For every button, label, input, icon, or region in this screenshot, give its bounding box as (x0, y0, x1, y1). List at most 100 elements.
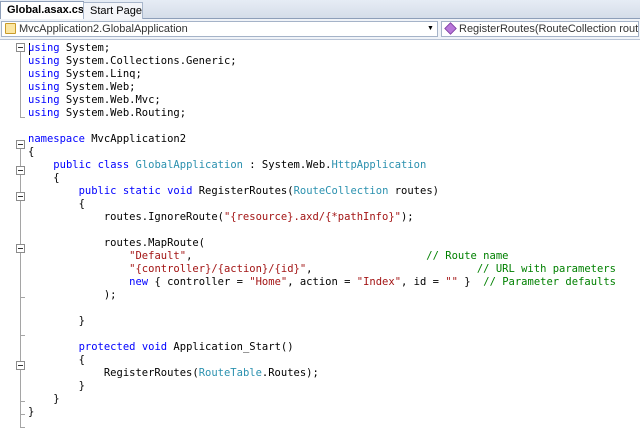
code-line[interactable]: protected void Application_Start() (28, 341, 294, 354)
code-token: "Index" (356, 276, 402, 288)
code-line[interactable]: { (28, 146, 34, 159)
outline-end (20, 297, 25, 298)
code-token: using (28, 107, 60, 119)
code-token: "Default" (129, 250, 187, 262)
code-token: "" (445, 276, 458, 288)
outline-end (20, 335, 25, 336)
code-token: "{controller}/{action}/{id}" (129, 263, 307, 275)
code-token: // Route name (426, 250, 509, 262)
code-token: public (53, 159, 92, 171)
code-token: HttpApplication (331, 159, 427, 171)
code-token: class (97, 159, 130, 171)
code-line[interactable]: using System.Linq; (28, 68, 142, 81)
code-token: ); (28, 289, 117, 301)
tab-global-asax-cs[interactable]: Global.asax.cs (0, 1, 84, 20)
outline-line (20, 52, 21, 117)
class-icon (5, 23, 16, 34)
outlining-margin (0, 40, 27, 438)
code-token: RegisterRoutes( (192, 185, 294, 197)
code-line[interactable]: RegisterRoutes(RouteTable.Routes); (28, 367, 319, 380)
code-token: static (122, 185, 161, 197)
code-line[interactable]: } (28, 393, 60, 406)
code-token: using (28, 42, 60, 54)
code-line[interactable]: { (28, 354, 85, 367)
code-line[interactable]: routes.IgnoreRoute("{resource}.axd/{*pat… (28, 211, 414, 224)
code-token: routes.IgnoreRoute( (28, 211, 224, 223)
code-line[interactable]: using System.Web.Mvc; (28, 94, 161, 107)
collapse-toggle-class[interactable] (16, 166, 25, 175)
code-line[interactable]: using System.Web; (28, 81, 135, 94)
code-token: routes.MapRoute( (28, 237, 206, 249)
code-line[interactable]: using System.Web.Routing; (28, 107, 186, 120)
code-line[interactable]: "{controller}/{action}/{id}", // URL wit… (28, 263, 616, 276)
code-token: MvcApplication2 (84, 133, 187, 145)
code-line[interactable]: public class GlobalApplication : System.… (28, 159, 426, 172)
code-line[interactable]: { (28, 198, 85, 211)
code-token: System.Web; (59, 81, 136, 93)
code-token: using (28, 68, 60, 80)
collapse-toggle-usings[interactable] (16, 43, 25, 52)
code-token: using (28, 81, 60, 93)
code-token: void (167, 185, 193, 197)
code-token: RouteCollection (293, 185, 389, 197)
code-token: } (28, 315, 85, 327)
code-token: System.Collections.Generic; (59, 55, 237, 67)
code-token: void (141, 341, 168, 353)
code-line[interactable]: using System.Collections.Generic; (28, 55, 237, 68)
collapse-toggle-register-routes[interactable] (16, 192, 25, 201)
code-line[interactable]: using System; (28, 42, 110, 55)
code-token: , action = (287, 276, 357, 288)
code-token: using (28, 94, 60, 106)
code-line[interactable]: public static void RegisterRoutes(RouteC… (28, 185, 439, 198)
code-token: namespace (28, 133, 85, 145)
code-line[interactable]: } (28, 315, 85, 328)
collapse-toggle-map-route[interactable] (16, 244, 25, 253)
code-token: // URL with parameters (476, 263, 616, 275)
chevron-down-icon[interactable]: ▼ (424, 22, 437, 36)
tab-start-page[interactable]: Start Page (83, 2, 143, 19)
code-line[interactable]: { (28, 172, 60, 185)
outline-end (20, 401, 25, 402)
code-token: // Parameter defaults (483, 276, 617, 288)
code-token: } (457, 276, 484, 288)
code-line[interactable]: } (28, 380, 85, 393)
code-token: , (186, 250, 427, 262)
navigation-bar: MvcApplication2.GlobalApplication ▼ Regi… (0, 19, 640, 40)
code-token: using (28, 55, 60, 67)
code-editor[interactable]: using System; using System.Collections.Ge… (0, 40, 640, 438)
code-token: RouteTable (198, 367, 262, 379)
collapse-toggle-namespace[interactable] (16, 140, 25, 149)
code-line[interactable]: ); (28, 289, 117, 302)
document-tab-strip: Global.asax.cs Start Page (0, 0, 640, 20)
code-token: } (28, 380, 85, 392)
code-line[interactable]: "Default", // Route name (28, 250, 508, 263)
code-token: new (129, 276, 149, 288)
collapse-toggle-application-start[interactable] (16, 361, 25, 370)
code-line[interactable]: new { controller = "Home", action = "Ind… (28, 276, 616, 289)
code-line[interactable]: } (28, 406, 34, 419)
code-token: Application_Start() (167, 341, 294, 353)
code-token: "{resource}.axd/{*pathInfo}" (223, 211, 401, 223)
code-token: GlobalApplication (135, 159, 243, 171)
code-line[interactable]: namespace MvcApplication2 (28, 133, 186, 146)
method-icon (444, 22, 457, 35)
code-token: protected (78, 341, 136, 353)
code-token: { controller = (148, 276, 250, 288)
code-token: { (28, 172, 60, 184)
code-line[interactable]: routes.MapRoute( (28, 237, 205, 250)
code-token: ); (400, 211, 414, 223)
code-token: System.Web.Routing; (59, 107, 187, 119)
member-dropdown[interactable]: RegisterRoutes(RouteCollection routes) (441, 21, 639, 37)
code-token: { (28, 198, 85, 210)
code-token: .Routes); (261, 367, 319, 379)
type-dropdown[interactable]: MvcApplication2.GlobalApplication ▼ (1, 21, 438, 37)
code-token: } (28, 393, 60, 405)
code-token: System.Linq; (59, 68, 142, 80)
code-token: : System.Web. (242, 159, 332, 171)
